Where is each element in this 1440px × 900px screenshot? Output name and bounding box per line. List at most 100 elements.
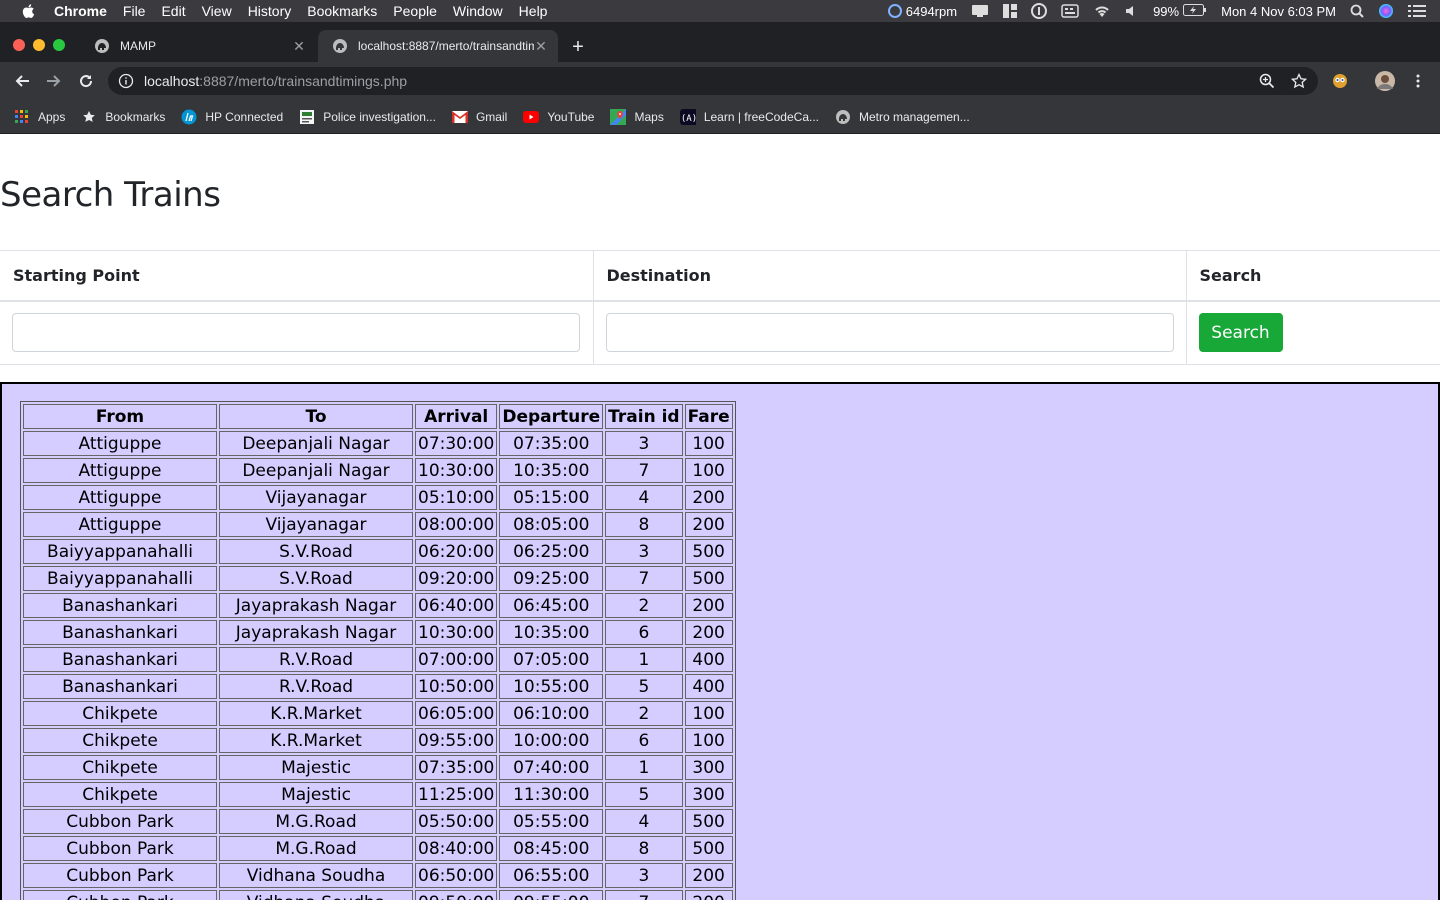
bookmark-metro-management[interactable]: Metro managemen... [835,109,970,125]
departure-cell: 07:05:00 [499,647,604,672]
bookmark-label: Learn | freeCodeCa... [703,109,819,124]
column-header-from: From [23,404,217,429]
bookmark-youtube[interactable]: YouTube [523,109,594,125]
menu-view[interactable]: View [202,3,232,19]
zoom-window-button[interactable] [53,39,65,51]
chrome-menu-icon[interactable] [1410,73,1426,89]
bookmark-apps[interactable]: Apps [14,109,65,125]
tab-mamp[interactable]: MAMP ✕ [80,30,316,62]
menu-window[interactable]: Window [453,3,503,19]
star-icon [81,109,97,125]
to-cell: Vidhana Soudha [219,890,413,900]
arrival-cell: 05:50:00 [415,809,498,834]
to-cell: M.G.Road [219,809,413,834]
extension-icon[interactable] [1332,73,1348,89]
clock[interactable]: Mon 4 Nov 6:03 PM [1221,4,1336,19]
minimize-window-button[interactable] [33,39,45,51]
departure-cell: 10:35:00 [499,620,604,645]
elephant-favicon-icon [835,109,851,125]
timings-body: Attiguppe Deepanjali Nagar 07:30:00 07:35:0… [23,431,733,900]
menu-app-chrome[interactable]: Chrome [54,3,107,19]
battery-status[interactable]: 99% [1153,3,1207,19]
document-favicon-icon [299,109,315,125]
train-id-cell: 5 [605,782,683,807]
bookmark-freecodecamp[interactable]: (A) Learn | freeCodeCa... [679,108,819,125]
departure-cell: 07:35:00 [499,431,604,456]
password-manager-icon[interactable] [1031,3,1048,19]
menu-file[interactable]: File [123,3,146,19]
address-bar[interactable]: localhost:8887/merto/trainsandtimings.ph… [108,67,1318,95]
column-header-to: To [219,404,413,429]
input-source-icon[interactable] [1061,4,1079,18]
to-cell: Vidhana Soudha [219,863,413,888]
forward-button[interactable] [44,71,64,91]
departure-cell: 06:10:00 [499,701,604,726]
menu-history[interactable]: History [248,3,292,19]
table-row: Banashankari Jayaprakash Nagar 06:40:00 06:… [23,593,733,618]
bookmark-star-icon[interactable] [1291,73,1307,89]
to-cell: S.V.Road [219,566,413,591]
back-button[interactable] [12,71,32,91]
bookmark-gmail[interactable]: Gmail [451,109,508,125]
spotlight-search-icon[interactable] [1350,4,1364,18]
fan-status[interactable]: 6494rpm [887,4,957,19]
table-row: Cubbon Park Vidhana Soudha 06:50:00 06:55:0… [23,863,733,888]
reload-button[interactable] [76,71,96,91]
train-id-cell: 7 [605,458,683,483]
starting-point-cell [0,300,594,365]
to-cell: Vijayanagar [219,512,413,537]
tab-trains-and-timings[interactable]: localhost:8887/merto/trainsandtimings.ph… [318,30,558,62]
fare-cell: 200 [684,890,733,900]
fan-icon [887,4,902,18]
to-cell: Jayaprakash Nagar [219,620,413,645]
bookmark-police-investigation[interactable]: Police investigation... [299,109,436,125]
table-row: Attiguppe Vijayanagar 08:00:00 08:05:00 8 200 [23,512,733,537]
to-cell: Jayaprakash Nagar [219,593,413,618]
siri-icon[interactable] [1378,3,1394,19]
departure-cell: 09:25:00 [499,566,604,591]
wifi-icon[interactable] [1093,4,1111,18]
tab-close-icon[interactable]: ✕ [292,38,306,55]
menu-help[interactable]: Help [519,3,548,19]
apple-icon[interactable] [20,3,36,19]
profile-avatar[interactable] [1374,70,1396,92]
departure-cell: 06:25:00 [499,539,604,564]
notification-center-icon[interactable] [1408,4,1426,18]
maps-icon [610,108,627,125]
bookmark-hp-connected[interactable]: HP Connected [181,109,283,125]
from-cell: Chikpete [23,782,217,807]
tab-close-icon[interactable]: ✕ [534,38,548,55]
bookmark-bookmarks[interactable]: Bookmarks [81,109,165,125]
fare-cell: 200 [684,512,733,537]
column-header-arrival: Arrival [415,404,498,429]
table-row: Attiguppe Deepanjali Nagar 10:30:00 10:35:0… [23,458,733,483]
starting-point-input[interactable] [12,313,580,353]
gmail-icon [451,109,468,125]
search-form-table: Starting Point Destination Search Search [0,250,1440,365]
bookmark-maps[interactable]: Maps [610,108,664,125]
elephant-favicon-icon [332,38,348,54]
fare-cell: 100 [684,728,733,753]
zoom-icon[interactable] [1259,73,1275,89]
destination-input[interactable] [605,313,1174,353]
departure-cell: 07:40:00 [499,755,604,780]
departure-cell: 10:35:00 [499,458,604,483]
bookmark-label: Gmail [475,109,508,124]
volume-icon[interactable] [1125,4,1139,18]
window-layout-icon[interactable] [1003,4,1018,18]
arrival-cell: 07:30:00 [415,431,498,456]
menu-edit[interactable]: Edit [161,3,185,19]
train-id-cell: 7 [605,566,683,591]
site-info-icon[interactable] [118,73,134,89]
url-host: localhost [144,73,200,89]
arrival-cell: 08:00:00 [415,512,498,537]
tab-strip: MAMP ✕ localhost:8887/merto/trainsandtim… [0,22,1440,62]
menu-bookmarks[interactable]: Bookmarks [307,3,377,19]
new-tab-button[interactable]: + [566,36,590,60]
menu-people[interactable]: People [393,3,437,19]
train-id-cell: 3 [605,539,683,564]
search-button[interactable]: Search [1198,313,1283,353]
display-icon[interactable] [971,4,989,18]
close-window-button[interactable] [13,39,25,51]
departure-cell: 10:00:00 [499,728,604,753]
